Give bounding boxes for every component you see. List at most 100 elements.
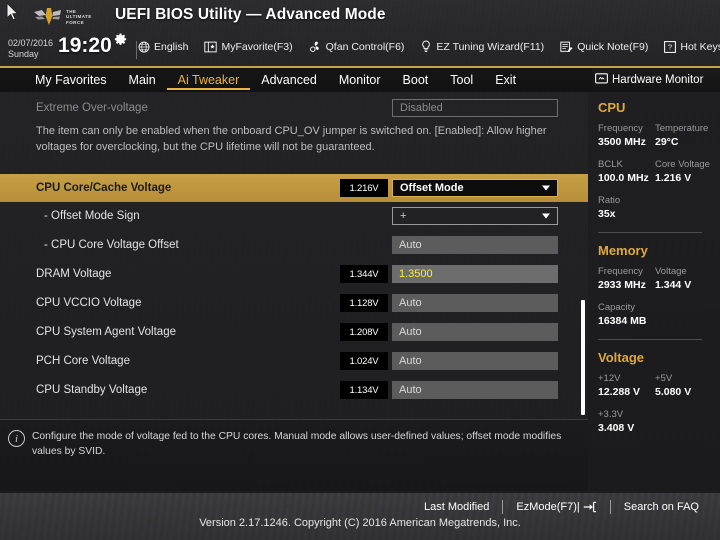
extreme-over-voltage-label: Extreme Over-voltage (36, 102, 148, 114)
myfavorite-button[interactable]: MyFavorite(F3) (204, 40, 293, 53)
row-cpu-system-agent-voltage[interactable]: CPU System Agent Voltage 1.208V Auto (0, 318, 588, 346)
row-cpu-core-cache-voltage[interactable]: CPU Core/Cache Voltage 1.216V Offset Mod… (0, 174, 588, 202)
pch-core-voltage-input[interactable]: Auto (392, 352, 558, 370)
cpu-vccio-voltage-input[interactable]: Auto (392, 294, 558, 312)
hardware-monitor-tab[interactable]: Hardware Monitor (592, 68, 720, 92)
hw-item-memory-capacity: Capacity 16384 MB (598, 301, 712, 328)
row-dram-voltage[interactable]: DRAM Voltage 1.344V 1.3500 (0, 260, 588, 288)
offset-mode-sign-label: - Offset Mode Sign (44, 210, 140, 222)
cpu-standby-voltage-readout: 1.134V (340, 381, 388, 399)
cpu-vccio-voltage-readout: 1.128V (340, 294, 388, 312)
fan-icon (309, 40, 322, 53)
search-on-faq-button[interactable]: Search on FAQ (611, 501, 712, 513)
hw-item-3-3v: +3.3V 3.408 V (598, 408, 712, 435)
hw-value: 3500 MHz (598, 136, 646, 148)
offset-mode-sign-select[interactable]: + (392, 207, 558, 225)
tab-ai-tweaker[interactable]: Ai Tweaker (166, 71, 251, 90)
myfavorite-label: MyFavorite(F3) (221, 40, 293, 53)
hw-value: 2933 MHz (598, 279, 646, 291)
gear-icon[interactable] (114, 33, 127, 46)
tab-exit[interactable]: Exit (484, 71, 527, 90)
tab-advanced[interactable]: Advanced (250, 71, 328, 90)
mouse-cursor-icon (6, 2, 19, 21)
ez-tuning-wizard-button[interactable]: EZ Tuning Wizard(F11) (420, 40, 544, 53)
hw-key: BCLK (598, 159, 623, 170)
arrow-into-box-icon (583, 501, 597, 513)
hw-value: 3.408 V (598, 422, 635, 434)
cpu-core-cache-voltage-readout: 1.216V (340, 179, 388, 197)
row-cpu-standby-voltage[interactable]: CPU Standby Voltage 1.134V Auto (0, 376, 588, 404)
hw-item-12v: +12V 12.288 V (598, 372, 655, 399)
row-cpu-core-voltage-offset[interactable]: - CPU Core Voltage Offset Auto (0, 231, 588, 259)
info-icon: i (8, 430, 25, 447)
row-cpu-vccio-voltage[interactable]: CPU VCCIO Voltage 1.128V Auto (0, 289, 588, 317)
cpu-core-voltage-offset-label: - CPU Core Voltage Offset (44, 239, 179, 251)
hw-value: 5.080 V (655, 386, 692, 398)
datetime-block: 02/07/2016 Sunday 19:20 (8, 33, 127, 60)
footer-links: Last Modified EzMode(F7)| Search on FAQ (411, 500, 712, 514)
hw-value: 29°C (655, 136, 679, 148)
hardware-monitor-panel: CPU Frequency 3500 MHz Temperature 29°C … (588, 92, 720, 491)
settings-scrollbar-thumb[interactable] (581, 300, 585, 415)
hw-key: Frequency (598, 123, 643, 134)
hw-value: 35x (598, 208, 616, 220)
cpu-vccio-voltage-label: CPU VCCIO Voltage (36, 297, 142, 309)
hot-keys-button[interactable]: ? Hot Keys (664, 41, 720, 53)
clock-text: 19:20 (58, 34, 112, 57)
svg-text:?: ? (668, 42, 672, 51)
tab-main[interactable]: Main (118, 71, 167, 90)
hw-key: +3.3V (598, 409, 624, 420)
hw-key: +5V (655, 373, 673, 384)
hw-value: 1.216 V (655, 172, 692, 184)
row-extreme-over-voltage[interactable]: Extreme Over-voltage Disabled (0, 94, 588, 122)
ezmode-button[interactable]: EzMode(F7)| (503, 501, 609, 513)
quick-note-button[interactable]: Quick Note(F9) (560, 41, 648, 53)
row-offset-mode-sign[interactable]: - Offset Mode Sign + (0, 202, 588, 230)
hw-key: Ratio (598, 195, 621, 206)
tab-my-favorites[interactable]: My Favorites (24, 71, 118, 90)
ezmode-label: EzMode(F7)| (516, 501, 580, 513)
note-icon (560, 41, 573, 53)
cpu-system-agent-voltage-input[interactable]: Auto (392, 323, 558, 341)
tab-monitor[interactable]: Monitor (328, 71, 392, 90)
hot-keys-label: Hot Keys (680, 40, 720, 53)
hw-value: 100.0 MHz (598, 172, 649, 184)
lightbulb-icon (420, 40, 432, 53)
last-modified-button[interactable]: Last Modified (411, 501, 502, 513)
cpu-core-voltage-offset-input[interactable]: Auto (392, 236, 558, 254)
date-text: 02/07/2016 (8, 38, 54, 48)
footer-bar: Last Modified EzMode(F7)| Search on FAQ … (0, 491, 720, 540)
toolbar-items: English MyFavorite(F3) Qfan Control(F6) … (138, 40, 720, 53)
hw-value: 1.344 V (655, 279, 692, 291)
cpu-core-cache-voltage-select[interactable]: Offset Mode (392, 179, 558, 197)
dram-voltage-readout: 1.344V (340, 265, 388, 283)
cpu-standby-voltage-input[interactable]: Auto (392, 381, 558, 399)
page-title: UEFI BIOS Utility — Advanced Mode (115, 6, 386, 23)
hw-item-cpu-temperature: Temperature 29°C (655, 122, 712, 149)
info-toolbar: 02/07/2016 Sunday 19:20 English MyFavori… (0, 33, 720, 66)
help-bar: i Configure the mode of voltage fed to t… (0, 419, 588, 491)
globe-icon (138, 41, 150, 53)
chevron-down-icon (542, 185, 550, 191)
row-pch-core-voltage[interactable]: PCH Core Voltage 1.024V Auto (0, 347, 588, 375)
help-text: Configure the mode of voltage fed to the… (32, 431, 562, 457)
qfan-control-button[interactable]: Qfan Control(F6) (309, 40, 404, 53)
language-button[interactable]: English (138, 41, 188, 53)
hw-value: 16384 MB (598, 315, 647, 327)
toolbar-divider (136, 41, 137, 59)
dram-voltage-input[interactable]: 1.3500 (392, 265, 558, 283)
cpu-system-agent-voltage-readout: 1.208V (340, 323, 388, 341)
hw-section-title-memory: Memory (598, 243, 648, 258)
hw-item-core-voltage: Core Voltage 1.216 V (655, 158, 712, 185)
tab-boot[interactable]: Boot (392, 71, 440, 90)
quick-note-label: Quick Note(F9) (577, 40, 649, 53)
dram-voltage-label: DRAM Voltage (36, 268, 112, 280)
logo-line-3: FORCE (66, 19, 85, 25)
pch-core-voltage-readout: 1.024V (340, 352, 388, 370)
extreme-over-voltage-value[interactable]: Disabled (392, 99, 558, 117)
hw-key: +12V (598, 373, 621, 384)
hw-value: 12.288 V (598, 386, 641, 398)
tab-tool[interactable]: Tool (439, 71, 484, 90)
hw-section-voltage-grid: +12V 12.288 V +5V 5.080 V +3.3V 3.408 V (598, 372, 720, 444)
hw-section-title-cpu: CPU (598, 100, 626, 115)
